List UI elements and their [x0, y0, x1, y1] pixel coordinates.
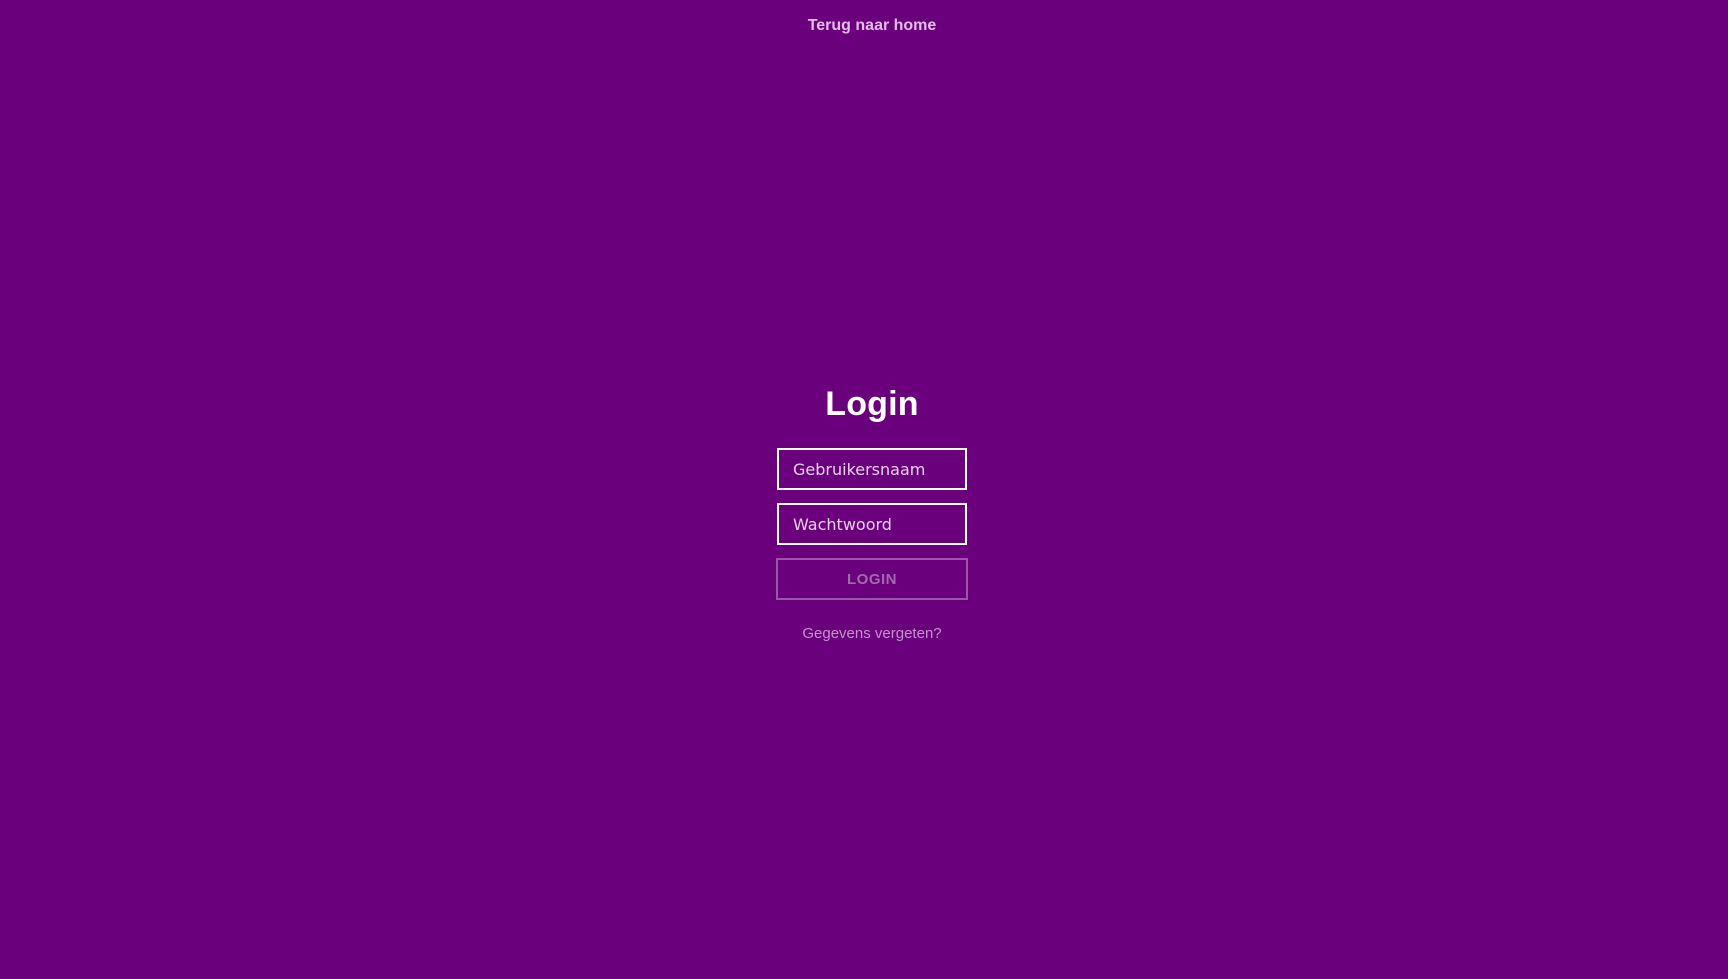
username-field[interactable] — [777, 448, 967, 490]
back-to-home-link[interactable]: Terug naar home — [0, 15, 1728, 37]
login-form: Login LOGIN Gegevens vergeten? — [776, 380, 968, 644]
page-title: Login — [825, 385, 919, 423]
forgot-credentials-link[interactable]: Gegevens vergeten? — [777, 624, 967, 644]
login-page: Terug naar home Login LOGIN Gegevens ver… — [0, 0, 1728, 979]
login-button[interactable]: LOGIN — [776, 558, 968, 600]
password-field[interactable] — [777, 503, 967, 545]
